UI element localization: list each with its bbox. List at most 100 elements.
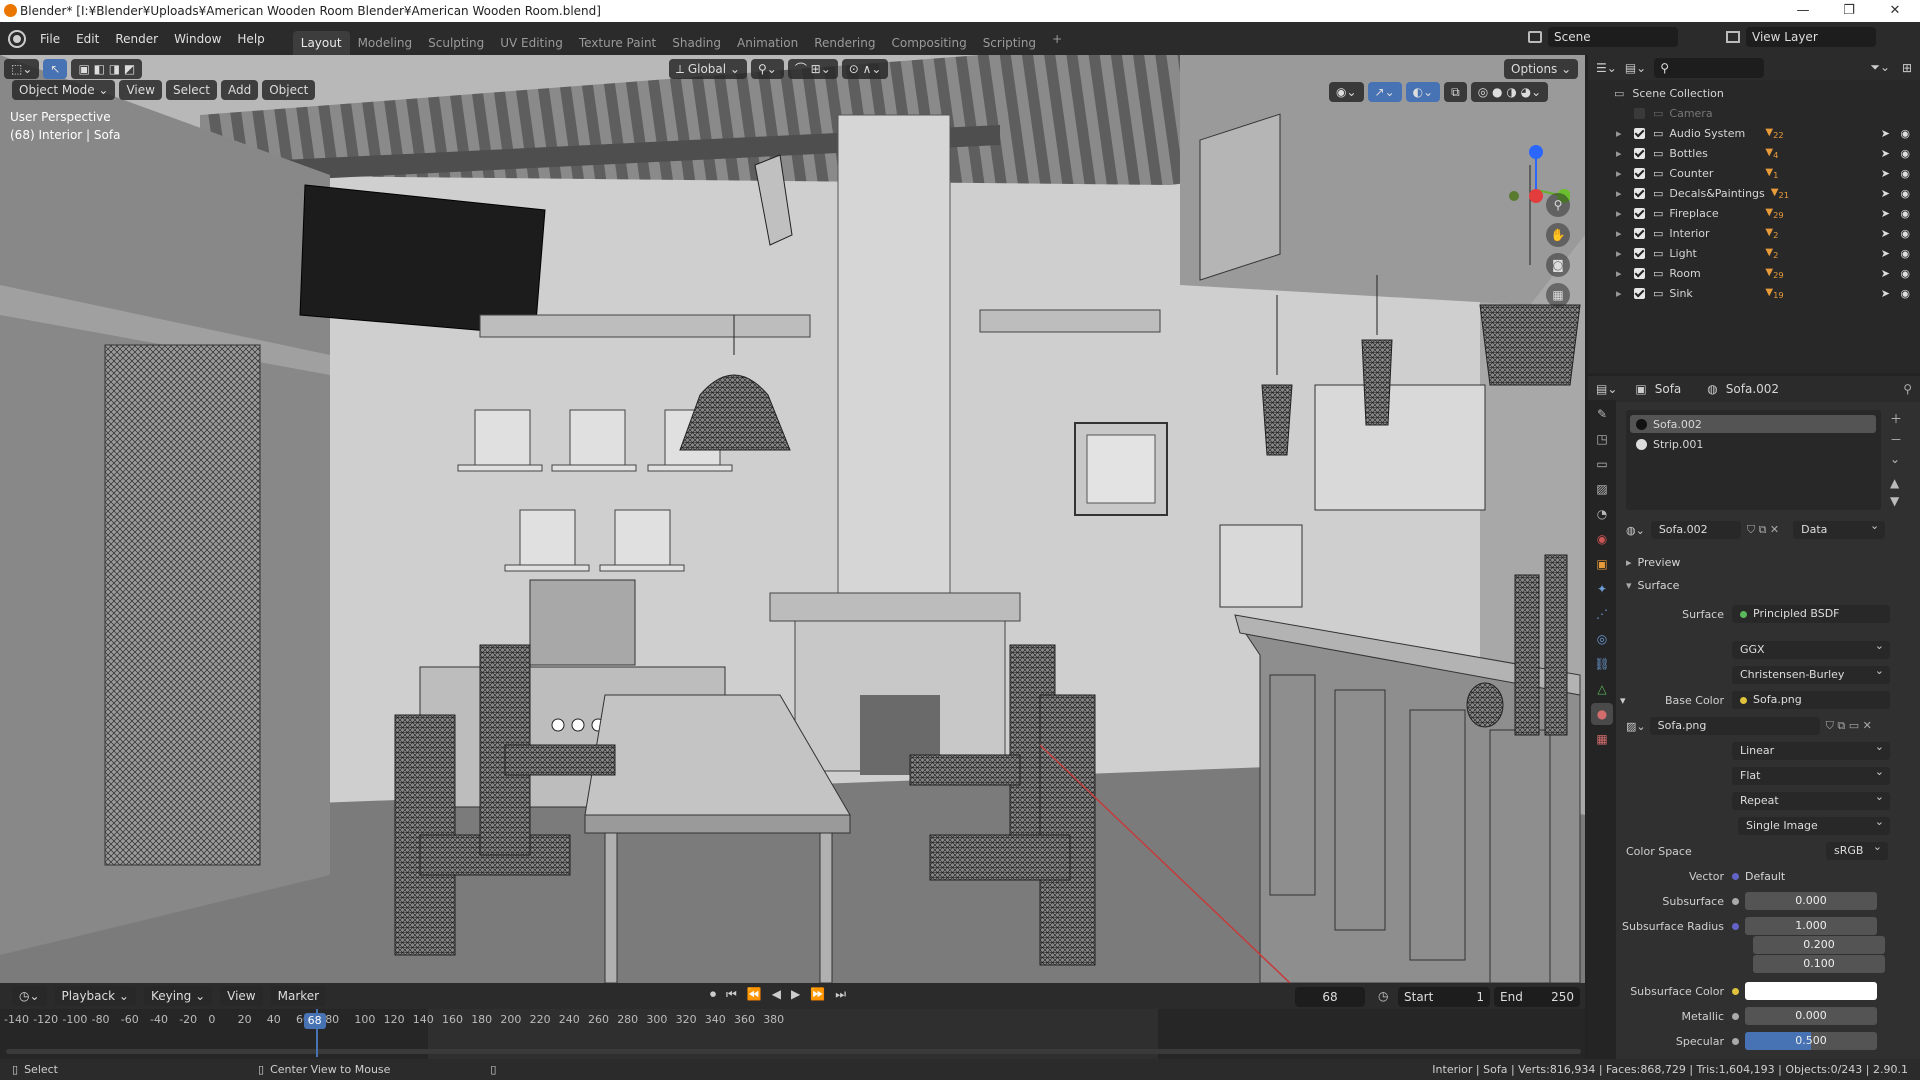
view-layer-selector[interactable]: View Layer <box>1726 27 1876 47</box>
object-mode-dropdown[interactable]: Object Mode ⌄ <box>12 80 116 100</box>
vector-field[interactable]: Default <box>1732 870 1785 883</box>
subsurface-radius-y[interactable]: 0.200 <box>1753 936 1885 954</box>
workspace-tab-animation[interactable]: Animation <box>729 31 806 55</box>
move-up-button[interactable]: ▲ <box>1890 476 1910 490</box>
material-tab-icon[interactable]: ● <box>1591 703 1613 725</box>
outliner-item[interactable]: ▸ ▭ Audio System ▼22 ➤ ◉ <box>1588 123 1920 143</box>
image-browse-icon[interactable]: ▨⌄ <box>1626 720 1646 733</box>
ortho-grid-icon[interactable]: ▦ <box>1546 283 1570 307</box>
eye-icon[interactable]: ◉ <box>1900 127 1910 140</box>
eye-icon[interactable]: ◉ <box>1900 207 1910 220</box>
options-dropdown[interactable]: Options ⌄ <box>1504 59 1579 79</box>
menu-render[interactable]: Render <box>107 28 166 50</box>
subsurface-radius-z[interactable]: 0.100 <box>1753 955 1885 973</box>
preview-panel-header[interactable]: ▸ Preview <box>1626 552 1680 572</box>
current-frame-field[interactable]: 68 <box>1295 987 1365 1007</box>
zoom-icon[interactable]: ⚲ <box>1546 193 1570 217</box>
shading-modes-icon[interactable]: ◎ ● ◑ ◕⌄ <box>1470 82 1549 102</box>
playback-menu[interactable]: Playback ⌄ <box>54 986 136 1006</box>
exclude-checkbox[interactable] <box>1634 247 1645 259</box>
remove-slot-button[interactable]: － <box>1890 431 1910 448</box>
data-tab-icon[interactable]: △ <box>1591 678 1613 700</box>
selectable-icon[interactable]: ➤ <box>1881 267 1890 280</box>
minimize-button[interactable]: — <box>1780 0 1826 22</box>
selectable-icon[interactable]: ➤ <box>1881 227 1890 240</box>
select-menu[interactable]: Select <box>165 80 217 100</box>
preview-range-icon[interactable]: ◷ <box>1378 989 1388 1003</box>
outliner-item[interactable]: ▸ ▭ Interior ▼2 ➤ ◉ <box>1588 223 1920 243</box>
workspace-tab-shading[interactable]: Shading <box>664 31 729 55</box>
move-down-button[interactable]: ▼ <box>1890 494 1910 508</box>
eye-icon[interactable]: ◉ <box>1900 167 1910 180</box>
outliner-item[interactable]: ▸ ▭ Sink ▼19 ➤ ◉ <box>1588 283 1920 303</box>
eye-icon[interactable]: ◉ <box>1900 287 1910 300</box>
expand-arrow-icon[interactable]: ▸ <box>1616 127 1628 140</box>
workspace-tab-texture-paint[interactable]: Texture Paint <box>571 31 664 55</box>
specular-slider[interactable]: 0.500 <box>1745 1032 1877 1050</box>
exclude-checkbox[interactable] <box>1634 127 1645 139</box>
start-frame-field[interactable]: Start 1 <box>1398 987 1490 1007</box>
select-mode-icons[interactable]: ▣ ◧ ◨ ◩ <box>71 59 143 79</box>
view-layer-field[interactable]: View Layer <box>1746 27 1876 47</box>
blender-menu-icon[interactable] <box>10 31 24 46</box>
physics-tab-icon[interactable]: ◎ <box>1591 628 1613 650</box>
selectable-icon[interactable]: ➤ <box>1881 187 1890 200</box>
menu-window[interactable]: Window <box>166 28 229 50</box>
workspace-tab-scripting[interactable]: Scripting <box>975 31 1044 55</box>
object-tab-icon[interactable]: ▣ <box>1591 553 1613 575</box>
proportional-edit-icon[interactable]: ⊙ ∧⌄ <box>841 59 889 79</box>
jump-start-icon[interactable]: ⏮ <box>726 987 737 1002</box>
timeline-scrubber[interactable]: -140-120-100-80-60-40-200204060801001201… <box>0 1009 1585 1059</box>
gizmo-toggle-icon[interactable]: ↗⌄ <box>1367 82 1402 102</box>
scene-tab-icon[interactable]: ◔ <box>1591 503 1613 525</box>
expand-arrow-icon[interactable]: ▸ <box>1616 167 1628 180</box>
material-browse-icon[interactable]: ◍⌄ <box>1626 524 1645 537</box>
modifier-tab-icon[interactable]: ✦ <box>1591 578 1613 600</box>
menu-file[interactable]: File <box>32 28 68 50</box>
exclude-checkbox[interactable] <box>1634 107 1645 119</box>
selectable-icon[interactable]: ➤ <box>1881 127 1890 140</box>
outliner-item[interactable]: ▸ ▭ Bottles ▼4 ➤ ◉ <box>1588 143 1920 163</box>
outliner-item[interactable]: ▸ ▭ Decals&Paintings ▼21 ➤ ◉ <box>1588 183 1920 203</box>
projection-dropdown[interactable]: Flat <box>1732 763 1890 785</box>
visibility-icon[interactable]: ◉⌄ <box>1329 82 1364 102</box>
marker-menu[interactable]: Marker <box>270 986 327 1006</box>
exclude-checkbox[interactable] <box>1634 187 1645 199</box>
expand-arrow-icon[interactable]: ▸ <box>1616 207 1628 220</box>
view-menu[interactable]: View <box>119 80 162 100</box>
new-collection-icon[interactable]: ⊞ <box>1902 61 1912 75</box>
3d-viewport[interactable]: ⚲ ✋ ◙ ▦ <box>0 55 1585 983</box>
material-name-field[interactable]: Sofa.002 <box>1650 521 1741 539</box>
pan-hand-icon[interactable]: ✋ <box>1546 223 1570 247</box>
extension-dropdown[interactable]: Repeat <box>1732 788 1890 810</box>
jump-end-icon[interactable]: ⏭ <box>835 987 846 1002</box>
selectable-icon[interactable]: ➤ <box>1881 247 1890 260</box>
exclude-checkbox[interactable] <box>1634 167 1645 179</box>
world-tab-icon[interactable]: ◉ <box>1591 528 1613 550</box>
constraints-tab-icon[interactable]: ⛓ <box>1591 653 1613 675</box>
end-frame-field[interactable]: End 250 <box>1494 987 1580 1007</box>
metallic-value[interactable]: 0.000 <box>1745 1007 1877 1025</box>
interpolation-dropdown[interactable]: Linear <box>1732 738 1890 760</box>
outliner-editor-icon[interactable]: ☰⌄ <box>1596 61 1617 75</box>
expand-arrow-icon[interactable]: ▸ <box>1616 267 1628 280</box>
exclude-checkbox[interactable] <box>1634 227 1645 239</box>
exclude-checkbox[interactable] <box>1634 147 1645 159</box>
workspace-tab-modeling[interactable]: Modeling <box>350 31 421 55</box>
record-icon[interactable]: ⏺ <box>710 987 716 1002</box>
pin-icon[interactable]: ⚲ <box>1903 382 1912 396</box>
image-name-field[interactable]: Sofa.png <box>1649 717 1820 735</box>
prev-keyframe-icon[interactable]: ⏪ <box>747 987 762 1002</box>
outliner-scene-collection[interactable]: ▭ Scene Collection <box>1588 83 1920 103</box>
snap-icon[interactable]: ⌒ ⊞⌄ <box>787 59 838 79</box>
workspace-tab-layout[interactable]: Layout <box>292 31 350 55</box>
expand-arrow-icon[interactable]: ▸ <box>1616 247 1628 260</box>
scene-selector[interactable]: Scene <box>1528 27 1678 47</box>
subsurface-method-dropdown[interactable]: Christensen-Burley <box>1732 662 1890 684</box>
xray-toggle-icon[interactable]: ⧉ <box>1444 82 1467 102</box>
distribution-dropdown[interactable]: GGX <box>1732 637 1890 659</box>
timeline-scrollbar[interactable] <box>6 1049 1581 1054</box>
expand-arrow-icon[interactable]: ▸ <box>1616 147 1628 160</box>
tool-tab-icon[interactable]: ✎ <box>1591 403 1613 425</box>
timeline-view-menu[interactable]: View <box>220 986 263 1006</box>
